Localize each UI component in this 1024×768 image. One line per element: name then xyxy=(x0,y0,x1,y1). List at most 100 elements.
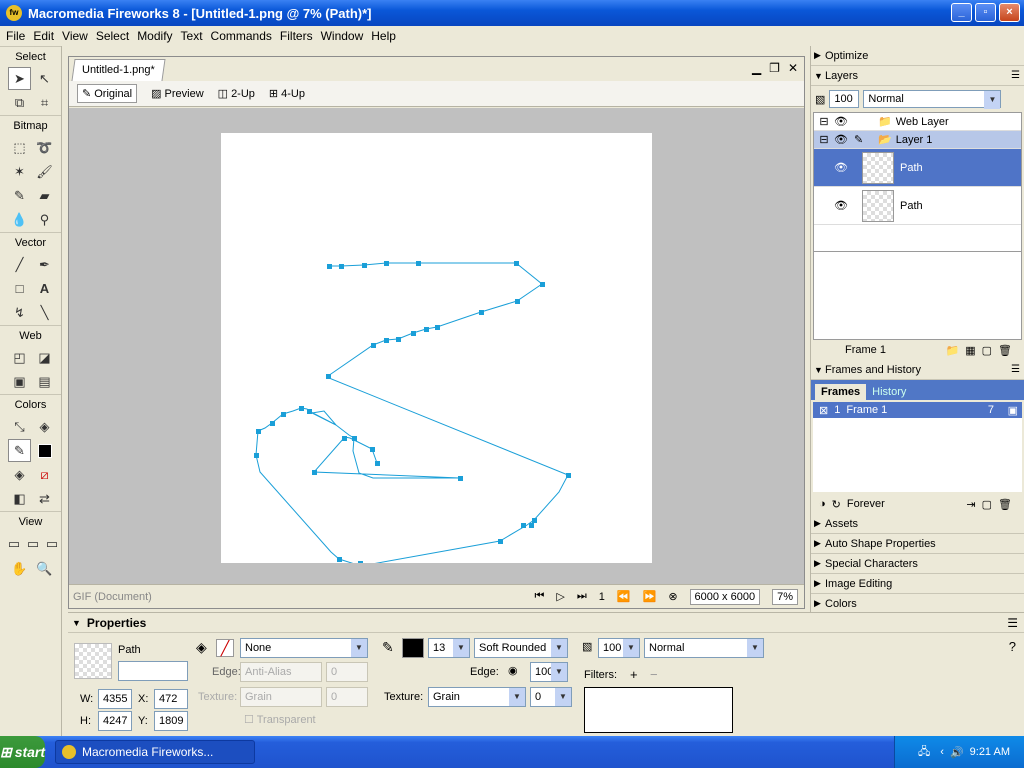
stroke-edge-field[interactable]: 100 ▼ xyxy=(530,662,568,682)
layer-blend-select[interactable]: Normal ▼ xyxy=(863,90,1002,109)
eye-icon[interactable]: 👁 xyxy=(834,133,854,146)
canvas[interactable] xyxy=(221,133,652,567)
canvas-area[interactable] xyxy=(69,108,804,584)
hide-slices-icon[interactable]: ▣ xyxy=(8,370,31,393)
eraser-tool-icon[interactable]: ▰ xyxy=(33,184,56,207)
fill-color-icon[interactable]: ◈ xyxy=(8,463,31,486)
blend-mode-select[interactable]: Normal ▼ xyxy=(644,638,764,658)
object-name-field[interactable] xyxy=(118,661,188,681)
rubber-stamp-icon[interactable]: ⚲ xyxy=(33,208,56,231)
y-field[interactable]: 1809 xyxy=(154,711,188,731)
blur-tool-icon[interactable]: 💧 xyxy=(8,208,31,231)
magic-wand-icon[interactable]: ✶ xyxy=(8,160,31,183)
frames-history-panel-header[interactable]: ▼ Frames and History ☰ xyxy=(811,360,1024,380)
eye-icon[interactable]: 👁 xyxy=(834,199,854,212)
tab-frames[interactable]: Frames xyxy=(815,384,867,400)
path-row-1[interactable]: 👁 Path xyxy=(814,149,1021,187)
auto-shape-panel-header[interactable]: ▶ Auto Shape Properties xyxy=(811,534,1024,554)
view-original-button[interactable]: ✎ Original xyxy=(77,84,138,103)
fill-color-swatch[interactable]: ╱ xyxy=(216,639,234,657)
panel-menu-icon[interactable]: ☰ xyxy=(1007,616,1018,630)
optimize-panel-header[interactable]: ▶ Optimize xyxy=(811,46,1024,66)
layer-1-row[interactable]: ⊟ 👁 ✎ 📂 Layer 1 xyxy=(814,131,1021,149)
network-icon[interactable]: 🖧 xyxy=(918,743,930,762)
path-drawing[interactable] xyxy=(221,133,652,567)
first-frame-icon[interactable]: ⏮ xyxy=(535,590,545,603)
edit-pencil-icon[interactable]: ✎ xyxy=(854,133,878,146)
full-screen-menus-icon[interactable]: ▭ xyxy=(25,532,41,555)
help-icon[interactable]: ? xyxy=(1009,639,1016,654)
view-2up-button[interactable]: ◫ 2-Up xyxy=(218,87,255,101)
line-tool-icon[interactable]: ╱ xyxy=(8,253,31,276)
swap-colors-icon[interactable]: ⇄ xyxy=(33,487,56,510)
eyedropper-icon[interactable]: ⤡ xyxy=(8,415,31,438)
image-editing-panel-header[interactable]: ▶ Image Editing xyxy=(811,574,1024,594)
full-screen-icon[interactable]: ▭ xyxy=(44,532,60,555)
start-button[interactable]: ⊞ start xyxy=(0,736,45,768)
doc-minimize-icon[interactable]: ▁ xyxy=(752,61,761,75)
menu-edit[interactable]: Edit xyxy=(29,29,58,43)
panel-menu-icon[interactable]: ☰ xyxy=(1011,70,1020,81)
marquee-tool-icon[interactable]: ⬚ xyxy=(8,136,31,159)
menu-help[interactable]: Help xyxy=(367,29,400,43)
stroke-color-icon[interactable]: ✎ xyxy=(8,439,31,462)
text-tool-icon[interactable]: A xyxy=(33,277,56,300)
standard-screen-icon[interactable]: ▭ xyxy=(6,532,22,555)
lasso-tool-icon[interactable]: ➰ xyxy=(33,136,56,159)
prev-frame-icon[interactable]: ⏪ xyxy=(617,590,631,603)
maximize-button[interactable]: ▫ xyxy=(975,3,996,22)
play-icon[interactable]: ▷ xyxy=(556,590,564,603)
tab-history[interactable]: History xyxy=(866,384,912,400)
fill-type-select[interactable]: None ▼ xyxy=(240,638,368,658)
paint-bucket-icon[interactable]: ◈ xyxy=(33,415,56,438)
last-frame-icon[interactable]: ⏭ xyxy=(577,590,587,603)
remove-filter-icon[interactable]: − xyxy=(650,667,658,682)
no-fill-swatch[interactable]: ⧄ xyxy=(33,463,56,486)
special-characters-panel-header[interactable]: ▶ Special Characters xyxy=(811,554,1024,574)
doc-restore-icon[interactable]: ❐ xyxy=(769,61,780,75)
crop-tool-icon[interactable]: ⌗ xyxy=(33,91,56,114)
doc-close-icon[interactable]: ✕ xyxy=(788,61,798,75)
pen-tool-icon[interactable]: ✒ xyxy=(33,253,56,276)
hotspot-tool-icon[interactable]: ◰ xyxy=(8,346,31,369)
opacity-field[interactable]: 100 ▼ xyxy=(598,638,640,658)
minimize-button[interactable]: _ xyxy=(951,3,972,22)
menu-file[interactable]: File xyxy=(2,29,29,43)
panel-menu-icon[interactable]: ☰ xyxy=(1011,364,1020,375)
fill-color-swatch[interactable] xyxy=(33,439,56,462)
onion-skin-icon[interactable]: ◑ xyxy=(819,498,826,510)
pointer-tool-icon[interactable]: ➤ xyxy=(8,67,31,90)
brush-tool-icon[interactable]: 🖌 xyxy=(33,160,56,183)
stroke-color-swatch[interactable] xyxy=(402,638,424,658)
layer-action-icons[interactable]: 📁▦▢🗑 xyxy=(946,344,1018,357)
zoom-select[interactable]: 7% xyxy=(772,588,798,605)
menu-view[interactable]: View xyxy=(58,29,92,43)
stroke-texture-select[interactable]: Grain ▼ xyxy=(428,687,526,707)
view-preview-button[interactable]: ▨ Preview xyxy=(151,87,204,101)
default-colors-icon[interactable]: ◧ xyxy=(8,487,31,510)
layer-opacity-field[interactable]: 100 xyxy=(829,90,860,108)
frame-row[interactable]: ⊠ 1 Frame 1 7 ▣ xyxy=(813,402,1022,418)
path-row-2[interactable]: 👁 Path xyxy=(814,187,1021,225)
properties-header[interactable]: ▼ Properties ☰ xyxy=(68,613,1024,633)
tray-chevron-icon[interactable]: ‹ xyxy=(940,746,944,758)
web-layer-row[interactable]: ⊟ 👁 📁 Web Layer xyxy=(814,113,1021,131)
subselect-tool-icon[interactable]: ↖ xyxy=(33,67,56,90)
collapse-icon[interactable]: ⊟ xyxy=(814,133,834,146)
x-field[interactable]: 472 xyxy=(154,689,188,709)
menu-window[interactable]: Window xyxy=(317,29,368,43)
rectangle-tool-icon[interactable]: □ xyxy=(8,277,31,300)
height-field[interactable]: 4247 xyxy=(98,711,132,731)
menu-modify[interactable]: Modify xyxy=(133,29,176,43)
menu-filters[interactable]: Filters xyxy=(276,29,317,43)
slice-tool-icon[interactable]: ◪ xyxy=(33,346,56,369)
knife-tool-icon[interactable]: ╲ xyxy=(33,301,56,324)
stroke-size-field[interactable]: 13 ▼ xyxy=(428,638,470,658)
view-4up-button[interactable]: ⊞ 4-Up xyxy=(269,87,305,101)
add-filter-icon[interactable]: + xyxy=(630,667,638,682)
volume-icon[interactable]: 🔊 xyxy=(950,746,964,759)
loop-icon[interactable]: ↻ xyxy=(832,498,841,511)
collapse-icon[interactable]: ⊟ xyxy=(814,115,834,128)
layers-panel-header[interactable]: ▼ Layers ☰ xyxy=(811,66,1024,86)
width-field[interactable]: 4355 xyxy=(98,689,132,709)
